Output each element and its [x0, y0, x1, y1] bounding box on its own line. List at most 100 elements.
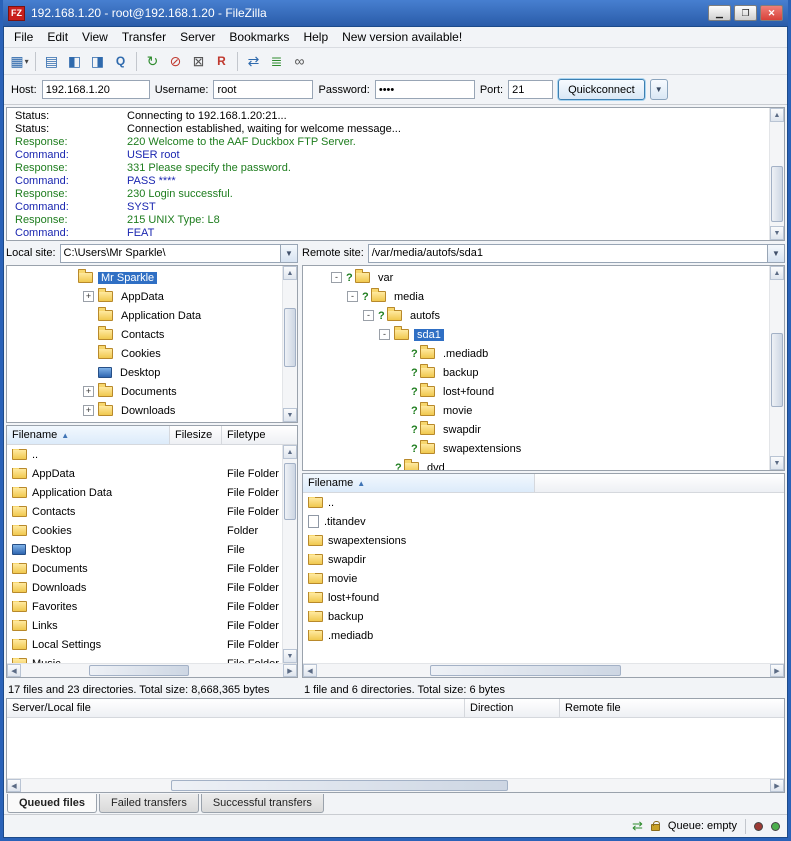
file-row[interactable]: .mediadb	[303, 626, 784, 645]
column-header-remote-file[interactable]: Remote file	[560, 699, 784, 717]
scroll-up-icon[interactable]: ▲	[283, 266, 297, 280]
file-row[interactable]: CookiesFolder	[7, 521, 282, 540]
file-row[interactable]: DocumentsFile Folder	[7, 559, 282, 578]
tree-item-lost-found[interactable]: ?lost+found	[303, 382, 769, 401]
site-manager-button[interactable]: ▦▾	[8, 50, 31, 73]
local-site-combobox[interactable]: C:\Users\Mr Sparkle\ ▼	[60, 244, 298, 263]
host-input[interactable]	[42, 80, 150, 99]
scroll-up-icon[interactable]: ▲	[770, 108, 784, 122]
file-row[interactable]: backup	[303, 607, 784, 626]
remote-list-horizontal-scrollbar[interactable]: ◀ ▶	[303, 663, 784, 677]
menu-transfer[interactable]: Transfer	[115, 28, 173, 46]
queue-horizontal-scrollbar[interactable]: ◀ ▶	[7, 778, 784, 792]
tree-item-sda1[interactable]: -sda1	[303, 325, 769, 344]
menu-edit[interactable]: Edit	[40, 28, 75, 46]
title-bar[interactable]: FZ 192.168.1.20 - root@192.168.1.20 - Fi…	[3, 0, 788, 26]
remote-site-combobox[interactable]: /var/media/autofs/sda1 ▼	[368, 244, 785, 263]
tree-item-swapextensions[interactable]: ?swapextensions	[303, 439, 769, 458]
tree-item-movie[interactable]: ?movie	[303, 401, 769, 420]
scroll-down-icon[interactable]: ▼	[283, 408, 297, 422]
remote-tree-vertical-scrollbar[interactable]: ▲ ▼	[769, 266, 784, 470]
tree-item-backup[interactable]: ?backup	[303, 363, 769, 382]
scroll-left-icon[interactable]: ◀	[7, 664, 21, 677]
directory-comparison-toggle[interactable]: ⇄	[242, 50, 265, 73]
file-row[interactable]: DesktopFile	[7, 540, 282, 559]
file-row[interactable]: AppDataFile Folder	[7, 464, 282, 483]
view-queue-toggle[interactable]: Q	[109, 50, 132, 73]
tree-item-documents[interactable]: +Documents	[7, 382, 282, 401]
scroll-up-icon[interactable]: ▲	[283, 445, 297, 459]
column-header-server-local-file[interactable]: Server/Local file	[7, 699, 465, 717]
file-row[interactable]: swapextensions	[303, 531, 784, 550]
tree-item-autofs[interactable]: -?autofs	[303, 306, 769, 325]
menu-bookmarks[interactable]: Bookmarks	[222, 28, 296, 46]
scroll-up-icon[interactable]: ▲	[770, 266, 784, 280]
tree-item-cookies[interactable]: Cookies	[7, 344, 282, 363]
scroll-left-icon[interactable]: ◀	[7, 779, 21, 792]
file-row[interactable]: lost+found	[303, 588, 784, 607]
tab-failed-transfers[interactable]: Failed transfers	[99, 794, 199, 813]
file-row[interactable]: Application DataFile Folder	[7, 483, 282, 502]
minimize-button[interactable]: ▁	[708, 5, 731, 21]
scroll-down-icon[interactable]: ▼	[283, 649, 297, 663]
username-input[interactable]	[213, 80, 313, 99]
scroll-right-icon[interactable]: ▶	[770, 664, 784, 677]
tree-item-media[interactable]: -?media	[303, 287, 769, 306]
column-header-direction[interactable]: Direction	[465, 699, 560, 717]
tab-successful-transfers[interactable]: Successful transfers	[201, 794, 324, 813]
tree-item-downloads[interactable]: +Downloads	[7, 401, 282, 420]
file-row[interactable]: ContactsFile Folder	[7, 502, 282, 521]
menu-file[interactable]: File	[7, 28, 40, 46]
menu-view[interactable]: View	[75, 28, 115, 46]
tree-item-desktop[interactable]: Desktop	[7, 363, 282, 382]
expand-icon[interactable]: +	[83, 291, 94, 302]
scroll-down-icon[interactable]: ▼	[770, 456, 784, 470]
refresh-button[interactable]: ↻	[141, 50, 164, 73]
log-vertical-scrollbar[interactable]: ▲ ▼	[769, 108, 784, 240]
quickconnect-button[interactable]: Quickconnect	[558, 79, 645, 100]
maximize-button[interactable]: ❐	[734, 5, 757, 21]
expand-icon[interactable]: +	[83, 386, 94, 397]
chevron-down-icon[interactable]: ▼	[280, 245, 297, 262]
collapse-icon[interactable]: -	[363, 310, 374, 321]
collapse-icon[interactable]: -	[379, 329, 390, 340]
file-row[interactable]: ..	[7, 445, 282, 464]
password-input[interactable]	[375, 80, 475, 99]
view-local-tree-toggle[interactable]: ◧	[63, 50, 86, 73]
collapse-icon[interactable]: -	[331, 272, 342, 283]
tab-queued-files[interactable]: Queued files	[7, 794, 97, 813]
chevron-down-icon[interactable]: ▼	[767, 245, 784, 262]
find-files-button[interactable]: ∞	[288, 50, 311, 73]
local-list-horizontal-scrollbar[interactable]: ◀ ▶	[7, 663, 297, 677]
reconnect-button[interactable]: R	[210, 50, 233, 73]
tree-item-appdata[interactable]: +AppData	[7, 287, 282, 306]
view-message-log-toggle[interactable]: ▤	[40, 50, 63, 73]
tree-item-contacts[interactable]: Contacts	[7, 325, 282, 344]
column-header-filename[interactable]: Filename▲	[7, 426, 170, 444]
column-header-filetype[interactable]: Filetype	[222, 426, 297, 444]
scroll-left-icon[interactable]: ◀	[303, 664, 317, 677]
menu-help[interactable]: Help	[296, 28, 335, 46]
tree-item-application-data[interactable]: Application Data	[7, 306, 282, 325]
file-row[interactable]: DownloadsFile Folder	[7, 578, 282, 597]
tree-item-swapdir[interactable]: ?swapdir	[303, 420, 769, 439]
local-list-vertical-scrollbar[interactable]: ▲ ▼	[282, 445, 297, 663]
file-row[interactable]: LinksFile Folder	[7, 616, 282, 635]
synchronized-browsing-toggle[interactable]: ≣	[265, 50, 288, 73]
file-row[interactable]: FavoritesFile Folder	[7, 597, 282, 616]
column-header-filesize[interactable]: Filesize	[170, 426, 222, 444]
quickconnect-dropdown-button[interactable]: ▼	[650, 79, 668, 100]
port-input[interactable]	[508, 80, 553, 99]
menu-new-version[interactable]: New version available!	[335, 28, 469, 46]
scroll-right-icon[interactable]: ▶	[770, 779, 784, 792]
scroll-down-icon[interactable]: ▼	[770, 226, 784, 240]
tree-item-dvd[interactable]: ?dvd	[303, 458, 769, 470]
file-row[interactable]: MusicFile Folder	[7, 654, 282, 663]
scroll-right-icon[interactable]: ▶	[283, 664, 297, 677]
file-row[interactable]: Local SettingsFile Folder	[7, 635, 282, 654]
disconnect-button[interactable]: ⊠	[187, 50, 210, 73]
view-remote-tree-toggle[interactable]: ◨	[86, 50, 109, 73]
collapse-icon[interactable]: -	[347, 291, 358, 302]
tree-item-mediadb[interactable]: ?.mediadb	[303, 344, 769, 363]
close-button[interactable]: ✕	[760, 5, 783, 21]
